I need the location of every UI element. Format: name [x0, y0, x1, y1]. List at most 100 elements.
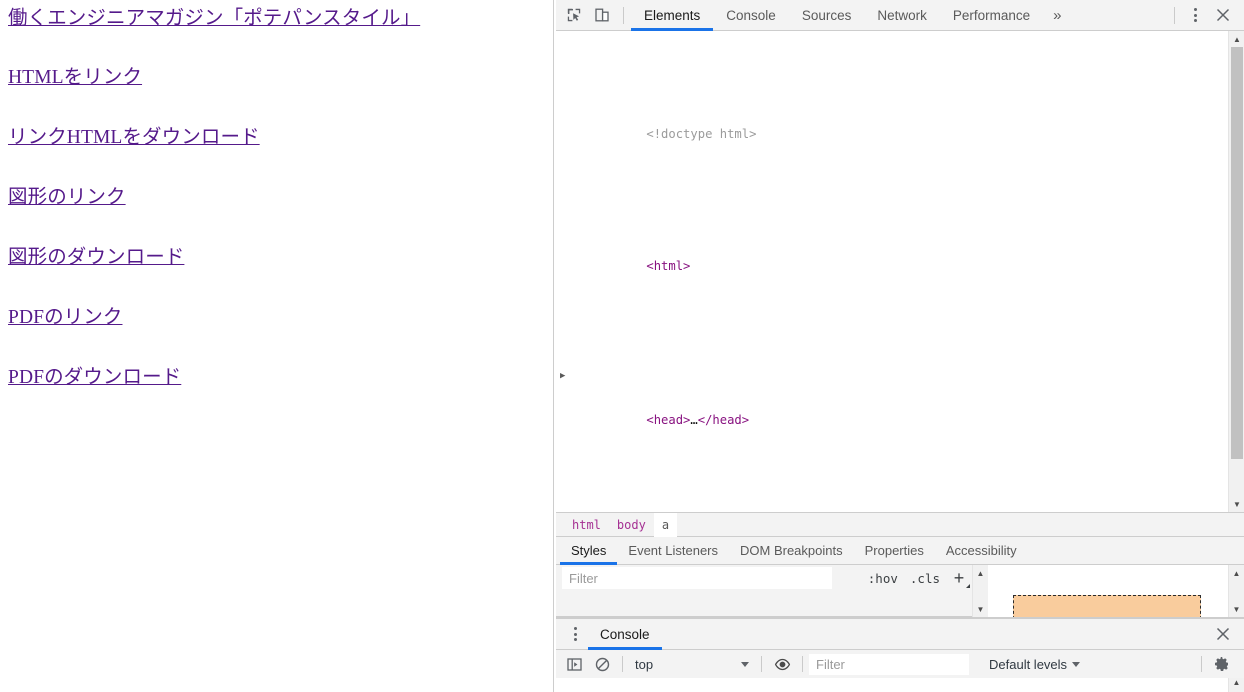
tab-properties[interactable]: Properties	[854, 537, 935, 565]
hov-toggle-button[interactable]: :hov	[862, 567, 904, 589]
page-link-row: 図形のダウンロード	[8, 247, 545, 307]
console-filter-input[interactable]	[809, 653, 969, 675]
scroll-up-arrow-icon[interactable]: ▲	[973, 565, 988, 581]
drawer-more-options-icon[interactable]	[562, 621, 588, 647]
more-options-icon[interactable]	[1182, 2, 1208, 28]
tab-accessibility[interactable]: Accessibility	[935, 537, 1028, 565]
scroll-down-arrow-icon[interactable]: ▼	[973, 601, 988, 617]
page-link-row: PDFのリンク	[8, 307, 545, 367]
tab-event-listeners-label: Event Listeners	[628, 543, 719, 558]
tab-styles[interactable]: Styles	[560, 537, 618, 565]
drawer-tabbar: Console	[556, 619, 1244, 650]
clear-console-icon[interactable]	[588, 652, 616, 676]
page-link-html-link[interactable]: HTMLをリンク	[8, 67, 142, 89]
scrollbar-thumb[interactable]	[1231, 47, 1243, 459]
styles-filter-input[interactable]	[562, 567, 832, 589]
tab-elements[interactable]: Elements	[631, 0, 714, 31]
box-model-diagram[interactable]	[988, 565, 1228, 617]
dom-line-doctype[interactable]: <!doctype html>	[556, 101, 1244, 167]
dom-tree-pane: <!doctype html> <html> ▶ <head>…</head> …	[556, 31, 1244, 513]
console-toolbar: top Default levels	[556, 650, 1244, 678]
console-scrollbar[interactable]: ▲	[1228, 678, 1244, 692]
page-link-potepan[interactable]: 働くエンジニアマガジン「ポテパンスタイル」	[8, 8, 420, 30]
close-icon[interactable]	[1208, 2, 1238, 28]
inspect-element-icon[interactable]	[560, 2, 588, 28]
breadcrumb: html body a	[556, 512, 1244, 537]
tab-network-label: Network	[877, 7, 927, 23]
tab-styles-label: Styles	[571, 543, 607, 558]
close-drawer-icon[interactable]	[1208, 621, 1238, 647]
tab-console-label: Console	[726, 7, 776, 23]
tab-dom-breakpoints-label: DOM Breakpoints	[740, 543, 843, 558]
scroll-down-arrow-icon[interactable]: ▼	[1229, 601, 1244, 617]
computed-box-model-pane: ▲ ▼	[988, 565, 1244, 617]
console-drawer: Console top Filter Default levels ▲	[556, 618, 1244, 692]
devtools-panel: Elements Console Sources Network Perform…	[556, 0, 1244, 692]
styles-pane-scrollbar[interactable]: ▲ ▼	[972, 565, 988, 617]
styles-sidebar-tabbar: Styles Event Listeners DOM Breakpoints P…	[556, 537, 1244, 565]
page-link-row: HTMLをリンク	[8, 67, 545, 127]
page-link-row: リンクHTMLをダウンロード	[8, 127, 545, 187]
drawer-tab-console[interactable]: Console	[588, 619, 662, 650]
tab-dom-breakpoints[interactable]: DOM Breakpoints	[729, 537, 854, 565]
toolbar-separator-right	[1174, 6, 1175, 24]
styles-filter-row: :hov .cls +	[556, 565, 972, 591]
page-link-html-download[interactable]: リンクHTMLをダウンロード	[8, 127, 260, 149]
styles-rules-pane: :hov .cls +	[556, 565, 972, 617]
page-link-row: PDFのダウンロード	[8, 367, 545, 427]
breadcrumb-item-a[interactable]: a	[653, 512, 678, 537]
page-link-pdf-download[interactable]: PDFのダウンロード	[8, 367, 181, 389]
head-tag-text: <head>	[646, 413, 691, 427]
scroll-up-arrow-icon[interactable]: ▲	[1229, 31, 1244, 47]
rendered-webpage: 働くエンジニアマガジン「ポテパンスタイル」 HTMLをリンク リンクHTMLをダ…	[0, 0, 553, 692]
tab-network[interactable]: Network	[864, 0, 940, 31]
computed-pane-scrollbar[interactable]: ▲ ▼	[1228, 565, 1244, 617]
add-new-style-rule-icon[interactable]: +	[946, 566, 972, 590]
head-close-tag: </head>	[697, 413, 750, 427]
console-sidebar-icon[interactable]	[560, 652, 588, 676]
console-toolbar-separator-4	[1201, 656, 1202, 672]
page-link-pdf-link[interactable]: PDFのリンク	[8, 307, 122, 329]
dom-line-html[interactable]: <html>	[556, 233, 1244, 299]
cls-toggle-button[interactable]: .cls	[904, 567, 946, 589]
dom-tree[interactable]: <!doctype html> <html> ▶ <head>…</head> …	[556, 31, 1244, 512]
tab-elements-label: Elements	[644, 7, 701, 23]
scroll-down-arrow-icon[interactable]: ▼	[1229, 496, 1244, 512]
drawer-tab-console-label: Console	[600, 626, 650, 642]
console-levels-selector[interactable]: Default levels	[981, 653, 1088, 675]
settings-gear-icon[interactable]	[1208, 652, 1236, 676]
live-expression-icon[interactable]	[768, 652, 796, 676]
tab-performance[interactable]: Performance	[940, 0, 1043, 31]
console-levels-label: Default levels	[989, 656, 1068, 672]
box-model-margin-box[interactable]	[1013, 595, 1201, 617]
html-tag-text: <html>	[646, 259, 691, 273]
console-context-selector[interactable]: top	[629, 653, 755, 675]
console-toolbar-separator-3	[802, 656, 803, 672]
head-ellipsis: …	[690, 413, 698, 427]
tab-event-listeners[interactable]: Event Listeners	[617, 537, 729, 565]
dom-tree-scrollbar[interactable]: ▲ ▼	[1228, 31, 1244, 512]
tab-performance-label: Performance	[952, 7, 1031, 23]
page-link-row: 働くエンジニアマガジン「ポテパンスタイル」	[8, 8, 545, 67]
breadcrumb-item-body[interactable]: body	[609, 513, 654, 537]
expand-triangle-icon[interactable]: ▶	[560, 365, 572, 387]
breadcrumb-item-html[interactable]: html	[564, 513, 609, 537]
tab-console[interactable]: Console	[713, 0, 789, 31]
tab-sources[interactable]: Sources	[789, 0, 865, 31]
tab-properties-label: Properties	[864, 543, 924, 558]
page-link-image-link[interactable]: 図形のリンク	[8, 187, 126, 209]
styles-pane: :hov .cls + ▲ ▼ ▲ ▼	[556, 565, 1244, 618]
chevron-down-icon	[741, 661, 749, 667]
console-context-value: top	[635, 656, 654, 672]
scroll-up-arrow-icon[interactable]: ▲	[1229, 565, 1244, 581]
device-toolbar-icon[interactable]	[588, 2, 616, 28]
page-link-image-download[interactable]: 図形のダウンロード	[8, 247, 184, 269]
toolbar-separator	[623, 6, 624, 24]
tab-accessibility-label: Accessibility	[945, 543, 1017, 558]
doctype-text: <!doctype html>	[646, 127, 757, 141]
chevron-down-icon	[1072, 661, 1081, 667]
more-tabs-chevron-icon[interactable]: »	[1043, 0, 1071, 31]
dom-line-head[interactable]: ▶ <head>…</head>	[556, 365, 1244, 453]
console-output-area[interactable]: ▲	[556, 678, 1244, 692]
tab-sources-label: Sources	[801, 7, 852, 23]
